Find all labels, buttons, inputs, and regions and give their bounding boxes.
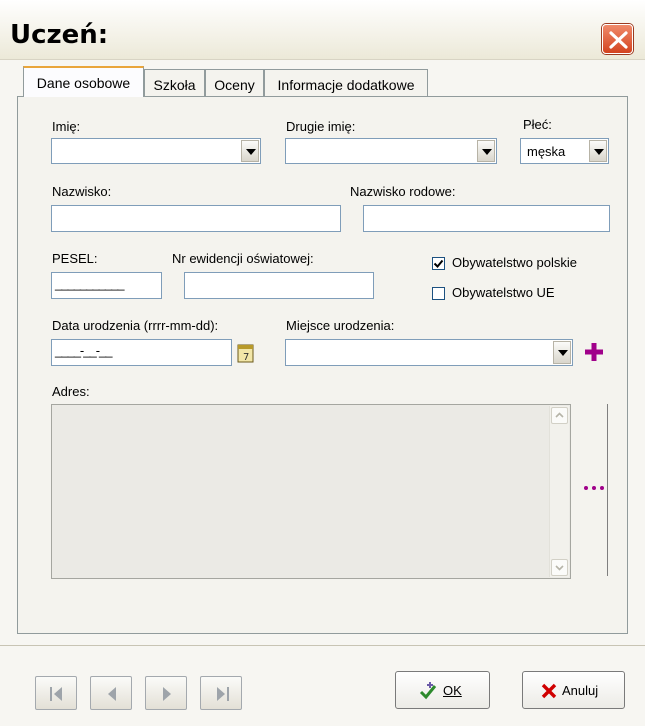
window-title: Uczeń:	[10, 20, 109, 50]
calendar-button[interactable]: 7	[236, 342, 256, 364]
ellipsis-icon	[584, 486, 604, 490]
nazwisko-input[interactable]	[51, 205, 341, 232]
checkmark-icon	[419, 682, 437, 700]
first-record-icon	[50, 687, 62, 701]
last-record-icon	[217, 687, 229, 701]
first-record-button[interactable]	[35, 676, 77, 710]
nr-ewidencji-input[interactable]	[184, 272, 374, 299]
drugie-imie-label: Drugie imię:	[286, 119, 356, 134]
chevron-up-icon	[555, 412, 564, 418]
checkmark-icon	[433, 259, 444, 268]
x-icon	[541, 683, 557, 699]
ok-button[interactable]: OK	[395, 671, 490, 709]
data-urodzenia-input[interactable]: ____-__-__	[51, 339, 232, 366]
tab-informacje-dodatkowe[interactable]: Informacje dodatkowe	[264, 69, 428, 97]
miejsce-urodzenia-label: Miejsce urodzenia:	[286, 318, 395, 333]
close-icon	[609, 31, 628, 49]
close-button[interactable]	[602, 24, 633, 54]
cancel-button[interactable]: Anuluj	[522, 671, 625, 709]
obywatelstwo-polskie-checkbox[interactable]	[432, 257, 445, 270]
nazwisko-rodowe-label: Nazwisko rodowe:	[350, 184, 456, 199]
chevron-down-icon	[555, 565, 564, 571]
chevron-down-icon[interactable]	[241, 140, 259, 162]
data-urodzenia-mask: ____-__-__	[55, 343, 112, 358]
plec-dropdown[interactable]: męska	[520, 138, 609, 164]
tab-dane-osobowe[interactable]: Dane osobowe	[23, 66, 144, 97]
last-record-button[interactable]	[200, 676, 242, 710]
obywatelstwo-ue-checkbox[interactable]	[432, 287, 445, 300]
tab-szkola[interactable]: Szkoła	[144, 69, 205, 97]
plec-label: Płeć:	[523, 117, 552, 132]
svg-text:7: 7	[243, 352, 249, 363]
previous-record-button[interactable]	[90, 676, 132, 710]
nr-ewidencji-label: Nr ewidencji oświatowej:	[172, 251, 314, 266]
pesel-label: PESEL:	[52, 251, 98, 266]
nazwisko-label: Nazwisko:	[52, 184, 112, 199]
obywatelstwo-polskie-label: Obywatelstwo polskie	[452, 255, 577, 270]
address-side-divider	[607, 404, 608, 576]
next-record-button[interactable]	[145, 676, 187, 710]
adres-scrollbar[interactable]	[549, 406, 569, 577]
pesel-input[interactable]: ___________	[51, 272, 162, 299]
tab-oceny[interactable]: Oceny	[205, 69, 264, 97]
next-record-icon	[163, 687, 171, 701]
chevron-down-icon[interactable]	[589, 140, 607, 162]
calendar-icon: 7	[237, 344, 254, 363]
drugie-imie-dropdown[interactable]	[285, 138, 497, 164]
plus-icon	[585, 343, 603, 361]
data-urodzenia-label: Data urodzenia (rrrr-mm-dd):	[52, 318, 219, 333]
pesel-mask: ___________	[55, 276, 125, 291]
bottom-separator	[0, 645, 645, 646]
adres-label: Adres:	[52, 384, 90, 399]
imie-dropdown[interactable]	[51, 138, 261, 164]
scroll-down-button[interactable]	[551, 559, 568, 576]
previous-record-icon	[108, 687, 116, 701]
add-place-button[interactable]	[582, 340, 606, 364]
nazwisko-rodowe-input[interactable]	[363, 205, 610, 232]
adres-textarea[interactable]	[51, 404, 571, 579]
scroll-up-button[interactable]	[551, 407, 568, 424]
chevron-down-icon[interactable]	[477, 140, 495, 162]
chevron-down-icon[interactable]	[553, 341, 571, 364]
plec-value: męska	[527, 144, 566, 159]
obywatelstwo-ue-label: Obywatelstwo UE	[452, 285, 555, 300]
imie-label: Imię:	[52, 119, 81, 134]
more-button[interactable]	[582, 478, 606, 498]
miejsce-urodzenia-dropdown[interactable]	[285, 339, 573, 366]
ok-label: OK	[443, 683, 462, 698]
cancel-label: Anuluj	[562, 683, 599, 698]
